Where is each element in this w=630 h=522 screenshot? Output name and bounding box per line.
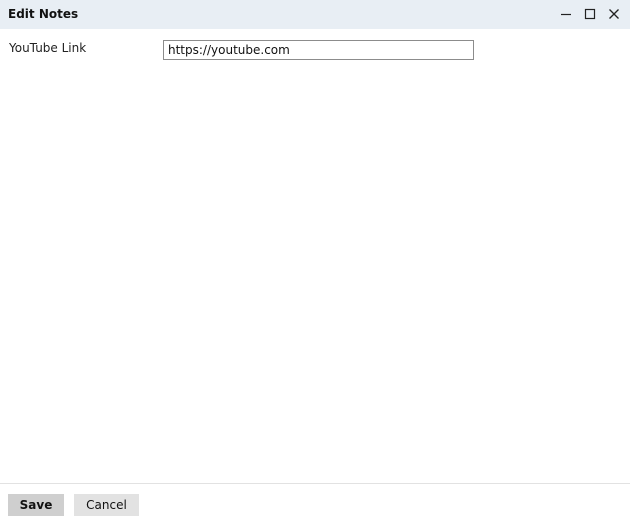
cancel-button[interactable]: Cancel bbox=[74, 494, 139, 516]
dialog-title: Edit Notes bbox=[8, 7, 79, 21]
maximize-button[interactable] bbox=[582, 6, 598, 22]
youtube-link-label: YouTube Link bbox=[9, 41, 87, 55]
minimize-button[interactable] bbox=[558, 6, 574, 22]
save-button[interactable]: Save bbox=[8, 494, 64, 516]
close-icon bbox=[609, 9, 619, 19]
dialog-footer: Save Cancel bbox=[0, 483, 630, 522]
edit-notes-dialog: Edit Notes YouTube Link https://youtube.… bbox=[0, 0, 630, 522]
window-controls bbox=[550, 6, 622, 22]
close-button[interactable] bbox=[606, 6, 622, 22]
maximize-icon bbox=[584, 8, 596, 20]
youtube-link-input[interactable] bbox=[163, 40, 474, 60]
dialog-body: YouTube Link bbox=[0, 29, 630, 483]
minimize-icon bbox=[561, 13, 571, 16]
dialog-titlebar[interactable]: Edit Notes bbox=[0, 0, 630, 29]
